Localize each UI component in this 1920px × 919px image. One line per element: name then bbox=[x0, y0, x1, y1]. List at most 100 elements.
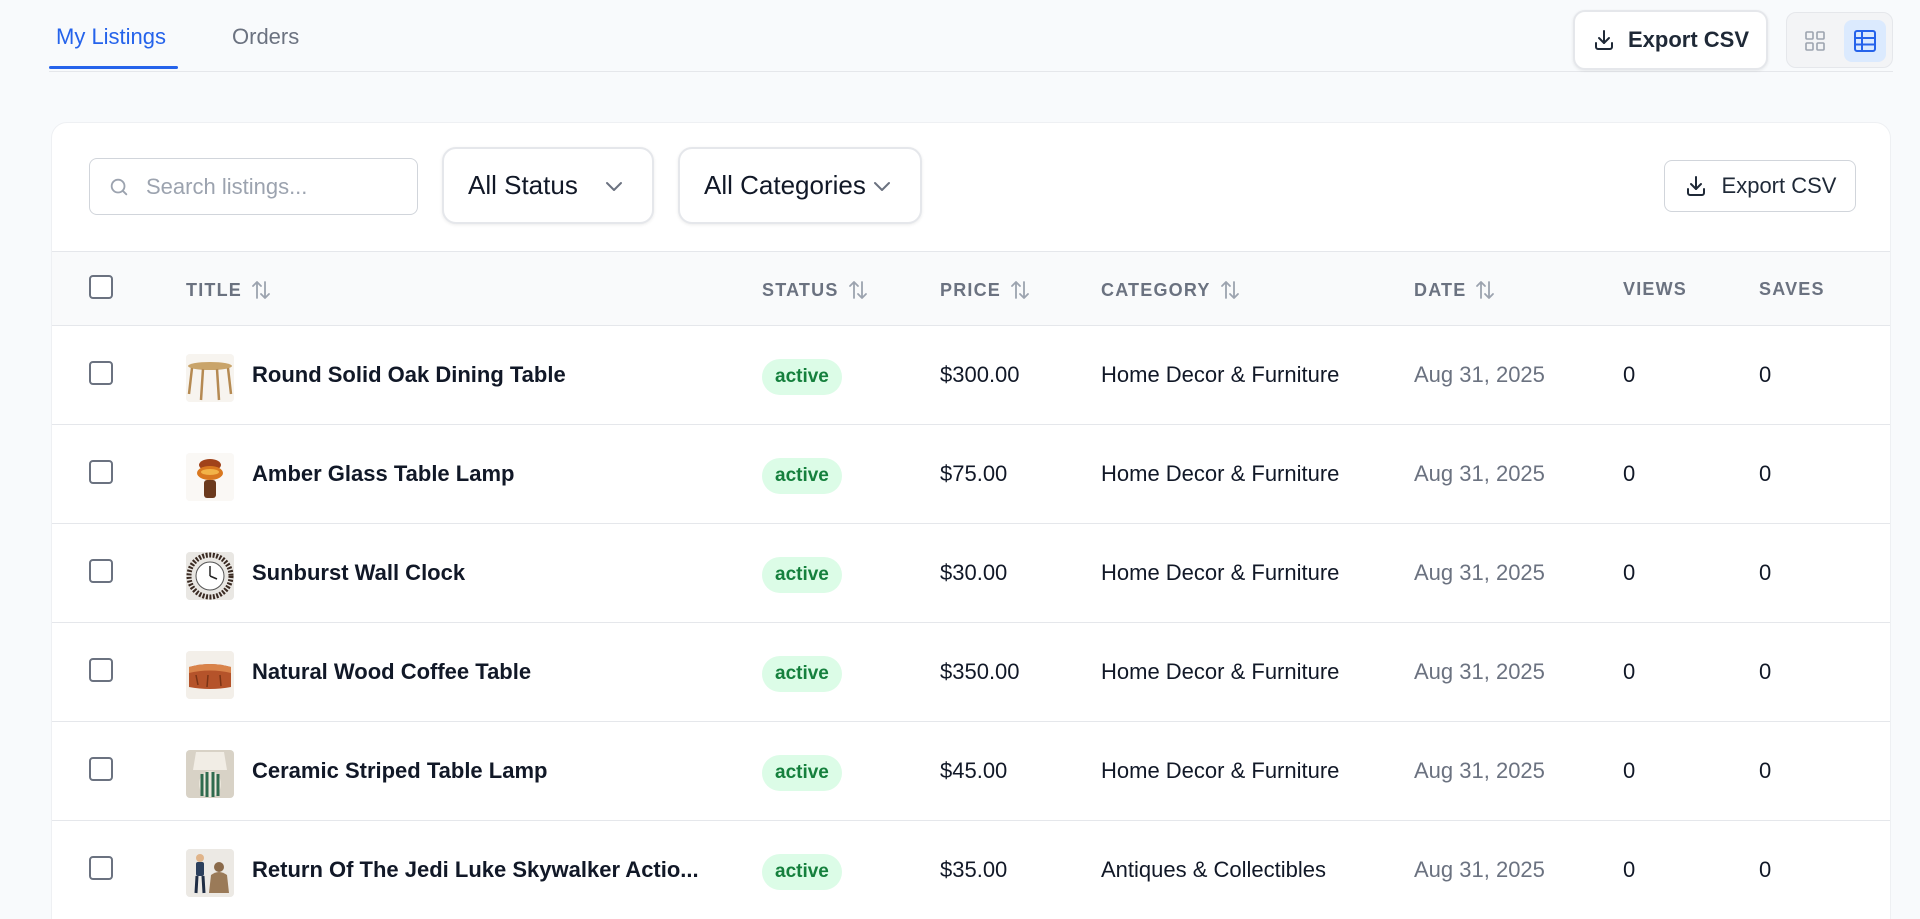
tab-my-listings[interactable]: My Listings bbox=[56, 24, 166, 50]
listing-price: $30.00 bbox=[940, 560, 1008, 585]
table-header: TITLE STATUS PRICE CATEGORY DATE VIEWS S… bbox=[52, 251, 1890, 326]
table-row[interactable]: Amber Glass Table Lamp active $75.00 Hom… bbox=[52, 425, 1890, 524]
product-thumbnail bbox=[186, 354, 234, 402]
download-icon bbox=[1686, 176, 1705, 196]
header-price-label: PRICE bbox=[940, 279, 1002, 300]
header-price[interactable]: PRICE bbox=[940, 279, 1031, 301]
row-checkbox[interactable] bbox=[89, 757, 113, 781]
status-filter-dropdown[interactable]: All Status bbox=[442, 147, 654, 224]
status-badge: active bbox=[762, 656, 842, 692]
listing-price: $75.00 bbox=[940, 461, 1008, 486]
table-icon bbox=[1854, 30, 1876, 52]
row-checkbox[interactable] bbox=[89, 658, 113, 682]
tab-orders[interactable]: Orders bbox=[232, 24, 299, 50]
table-row[interactable]: Sunburst Wall Clock active $30.00 Home D… bbox=[52, 524, 1890, 623]
export-csv-button[interactable]: Export CSV bbox=[1573, 10, 1768, 70]
product-thumbnail bbox=[186, 651, 234, 699]
header-saves: SAVES bbox=[1759, 279, 1825, 300]
product-thumbnail bbox=[186, 750, 234, 798]
header-date[interactable]: DATE bbox=[1414, 279, 1496, 301]
listing-title[interactable]: Natural Wood Coffee Table bbox=[252, 659, 531, 685]
product-thumbnail bbox=[186, 849, 234, 897]
header-views: VIEWS bbox=[1623, 279, 1687, 300]
listings-card: All Status All Categories Export CSV TIT… bbox=[51, 122, 1891, 919]
category-filter-dropdown[interactable]: All Categories bbox=[678, 147, 922, 224]
chevron-down-icon bbox=[874, 182, 890, 191]
header-status-label: STATUS bbox=[762, 279, 839, 300]
header-title[interactable]: TITLE bbox=[186, 279, 272, 301]
listing-views: 0 bbox=[1623, 857, 1636, 882]
row-checkbox[interactable] bbox=[89, 856, 113, 880]
row-checkbox[interactable] bbox=[89, 460, 113, 484]
status-filter-value: All Status bbox=[468, 170, 578, 200]
filter-bar: All Status All Categories Export CSV bbox=[52, 123, 1890, 251]
listing-saves: 0 bbox=[1759, 362, 1772, 387]
listing-title[interactable]: Round Solid Oak Dining Table bbox=[252, 362, 566, 388]
listing-category: Home Decor & Furniture bbox=[1101, 758, 1340, 783]
listing-category: Home Decor & Furniture bbox=[1101, 659, 1340, 684]
sort-icon bbox=[1220, 281, 1239, 299]
listing-date: Aug 31, 2025 bbox=[1414, 659, 1545, 684]
download-icon bbox=[1594, 30, 1613, 50]
row-checkbox[interactable] bbox=[89, 361, 113, 385]
listing-price: $300.00 bbox=[940, 362, 1020, 387]
sort-icon bbox=[1476, 281, 1495, 299]
product-thumbnail bbox=[186, 552, 234, 600]
listing-title[interactable]: Ceramic Striped Table Lamp bbox=[252, 758, 547, 784]
product-thumbnail bbox=[186, 453, 234, 501]
sort-icon bbox=[252, 281, 270, 299]
listing-views: 0 bbox=[1623, 758, 1636, 783]
table-view-button[interactable] bbox=[1844, 20, 1886, 62]
grid-view-button[interactable] bbox=[1794, 20, 1836, 62]
table-row[interactable]: Ceramic Striped Table Lamp active $45.00… bbox=[52, 722, 1890, 821]
listing-date: Aug 31, 2025 bbox=[1414, 560, 1545, 585]
listing-title[interactable]: Amber Glass Table Lamp bbox=[252, 461, 514, 487]
header-status[interactable]: STATUS bbox=[762, 279, 869, 301]
export-csv-label: Export CSV bbox=[1721, 173, 1837, 198]
table-row[interactable]: Return Of The Jedi Luke Skywalker Actio.… bbox=[52, 821, 1890, 919]
search-box[interactable] bbox=[89, 158, 418, 215]
listing-price: $35.00 bbox=[940, 857, 1008, 882]
listing-title[interactable]: Sunburst Wall Clock bbox=[252, 560, 465, 586]
listing-category: Home Decor & Furniture bbox=[1101, 362, 1340, 387]
listing-category: Home Decor & Furniture bbox=[1101, 560, 1340, 585]
table-row[interactable]: Natural Wood Coffee Table active $350.00… bbox=[52, 623, 1890, 722]
header-category-label: CATEGORY bbox=[1101, 279, 1211, 300]
chevron-down-icon bbox=[606, 182, 622, 191]
listing-date: Aug 31, 2025 bbox=[1414, 461, 1545, 486]
status-badge: active bbox=[762, 359, 842, 395]
status-badge: active bbox=[762, 458, 842, 494]
listing-title[interactable]: Return Of The Jedi Luke Skywalker Actio.… bbox=[252, 857, 699, 883]
header-title-label: TITLE bbox=[186, 279, 242, 300]
search-icon bbox=[110, 178, 128, 195]
header-saves-label: SAVES bbox=[1759, 279, 1825, 299]
active-tab-indicator bbox=[49, 66, 178, 69]
header-views-label: VIEWS bbox=[1623, 279, 1688, 299]
status-badge: active bbox=[762, 854, 842, 890]
listing-saves: 0 bbox=[1759, 857, 1772, 882]
listing-price: $45.00 bbox=[940, 758, 1008, 783]
listing-date: Aug 31, 2025 bbox=[1414, 857, 1545, 882]
header-category[interactable]: CATEGORY bbox=[1101, 279, 1241, 301]
search-input[interactable] bbox=[146, 173, 406, 200]
listing-saves: 0 bbox=[1759, 560, 1772, 585]
export-csv-button-secondary[interactable]: Export CSV bbox=[1664, 160, 1856, 212]
listing-date: Aug 31, 2025 bbox=[1414, 362, 1545, 387]
table-row[interactable]: Round Solid Oak Dining Table active $300… bbox=[52, 326, 1890, 425]
row-checkbox[interactable] bbox=[89, 559, 113, 583]
select-all-checkbox[interactable] bbox=[89, 275, 113, 299]
listing-views: 0 bbox=[1623, 461, 1636, 486]
status-badge: active bbox=[762, 755, 842, 791]
category-filter-value: All Categories bbox=[704, 170, 866, 200]
listing-views: 0 bbox=[1623, 659, 1636, 684]
export-csv-label: Export CSV bbox=[1627, 27, 1750, 52]
header-date-label: DATE bbox=[1414, 279, 1467, 300]
listing-saves: 0 bbox=[1759, 758, 1772, 783]
view-toggle bbox=[1786, 12, 1893, 68]
grid-icon bbox=[1805, 31, 1825, 51]
listing-saves: 0 bbox=[1759, 659, 1772, 684]
listing-views: 0 bbox=[1623, 362, 1636, 387]
sort-icon bbox=[848, 281, 867, 299]
listing-date: Aug 31, 2025 bbox=[1414, 758, 1545, 783]
listing-saves: 0 bbox=[1759, 461, 1772, 486]
